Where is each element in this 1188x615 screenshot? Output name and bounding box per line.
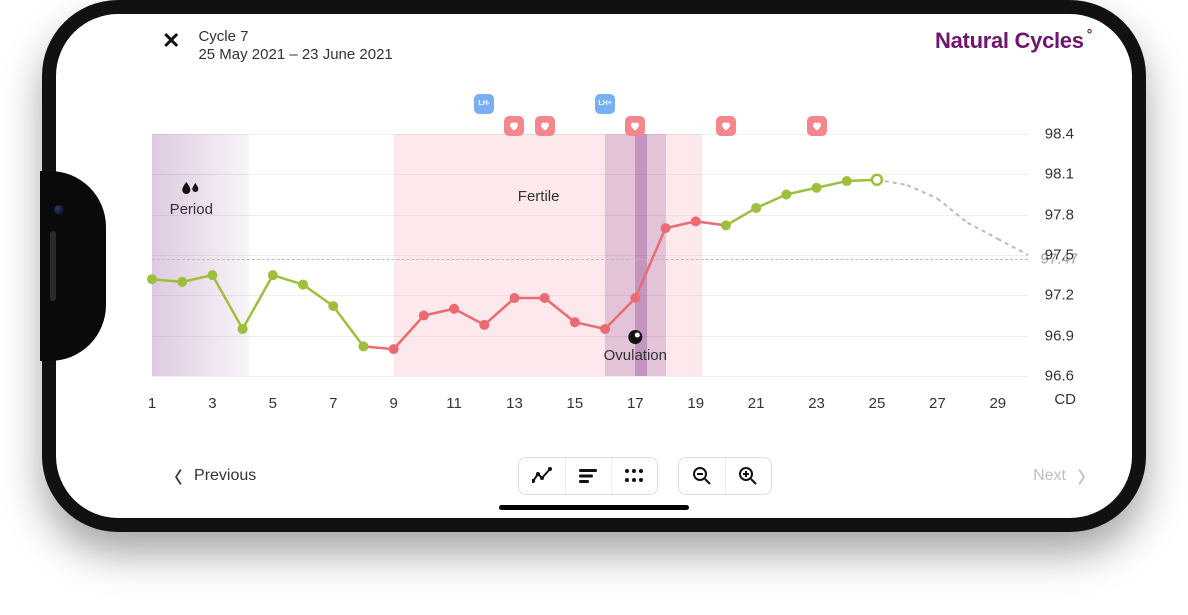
y-tick: 97.8 xyxy=(1034,206,1074,223)
x-tick: 11 xyxy=(446,395,462,412)
x-tick: 13 xyxy=(506,395,523,412)
x-tick: 3 xyxy=(208,395,216,412)
brand-text: Natural Cycles xyxy=(935,28,1084,54)
grid-mode-button[interactable] xyxy=(611,458,657,494)
y-tick: 97.2 xyxy=(1034,287,1074,304)
chart[interactable]: PeriodFertileOvulation97.47LH-LH+ CD 98.… xyxy=(152,134,1100,418)
line-chart-mode-button[interactable] xyxy=(519,458,565,494)
plot-area[interactable]: PeriodFertileOvulation97.47LH-LH+ xyxy=(152,134,1028,376)
bars-icon xyxy=(578,468,598,484)
heart-marker[interactable] xyxy=(535,116,555,136)
zoom-out-icon xyxy=(692,466,712,486)
x-tick: 23 xyxy=(808,395,825,412)
brand-logo: Natural Cycles ° xyxy=(935,28,1092,54)
footer: 〈 Previous xyxy=(166,454,1094,498)
x-tick: 29 xyxy=(989,395,1006,412)
gridline xyxy=(152,376,1028,377)
cycle-title: Cycle 7 xyxy=(198,28,392,46)
heart-marker[interactable] xyxy=(625,116,645,136)
lh-negative-marker[interactable]: LH- xyxy=(474,94,494,114)
y-tick: 97.5 xyxy=(1034,247,1074,264)
x-tick: 7 xyxy=(329,395,337,412)
next-button[interactable]: Next 〉 xyxy=(1033,464,1094,488)
close-button[interactable]: ✕ xyxy=(162,28,180,54)
previous-button[interactable]: 〈 Previous xyxy=(166,464,256,488)
x-tick: 27 xyxy=(929,395,946,412)
dots-grid-icon xyxy=(624,468,644,484)
lh-positive-marker[interactable]: LH+ xyxy=(595,94,615,114)
chevron-left-icon: 〈 xyxy=(166,464,182,488)
heart-marker[interactable] xyxy=(807,116,827,136)
y-tick: 96.6 xyxy=(1034,368,1074,385)
temperature-line xyxy=(152,134,1028,376)
phone-notch xyxy=(40,171,106,361)
previous-label: Previous xyxy=(194,467,256,485)
heart-marker[interactable] xyxy=(716,116,736,136)
x-tick: 19 xyxy=(687,395,704,412)
header: ✕ Cycle 7 25 May 2021 – 23 June 2021 Nat… xyxy=(162,28,1092,72)
zoom-in-icon xyxy=(738,466,758,486)
zoom-segmented xyxy=(678,457,772,495)
home-indicator xyxy=(499,505,689,510)
x-tick: 9 xyxy=(389,395,397,412)
x-tick: 1 xyxy=(148,395,156,412)
brand-degree-icon: ° xyxy=(1087,26,1092,42)
x-tick: 5 xyxy=(269,395,277,412)
x-tick: 21 xyxy=(748,395,765,412)
chevron-right-icon: 〉 xyxy=(1078,464,1094,488)
app-screen: ✕ Cycle 7 25 May 2021 – 23 June 2021 Nat… xyxy=(56,14,1132,518)
x-axis-unit: CD xyxy=(1054,391,1076,408)
x-tick: 15 xyxy=(567,395,584,412)
chart-mode-segmented xyxy=(518,457,658,495)
next-label: Next xyxy=(1033,467,1066,485)
y-tick: 98.4 xyxy=(1034,126,1074,143)
bars-mode-button[interactable] xyxy=(565,458,611,494)
y-tick: 96.9 xyxy=(1034,327,1074,344)
zoom-in-button[interactable] xyxy=(725,458,771,494)
zoom-out-button[interactable] xyxy=(679,458,725,494)
line-chart-icon xyxy=(532,467,552,485)
y-tick: 98.1 xyxy=(1034,166,1074,183)
cycle-date-range: 25 May 2021 – 23 June 2021 xyxy=(198,46,392,64)
x-tick: 17 xyxy=(627,395,644,412)
heart-marker[interactable] xyxy=(504,116,524,136)
phone-frame: ✕ Cycle 7 25 May 2021 – 23 June 2021 Nat… xyxy=(42,0,1146,532)
x-tick: 25 xyxy=(869,395,886,412)
